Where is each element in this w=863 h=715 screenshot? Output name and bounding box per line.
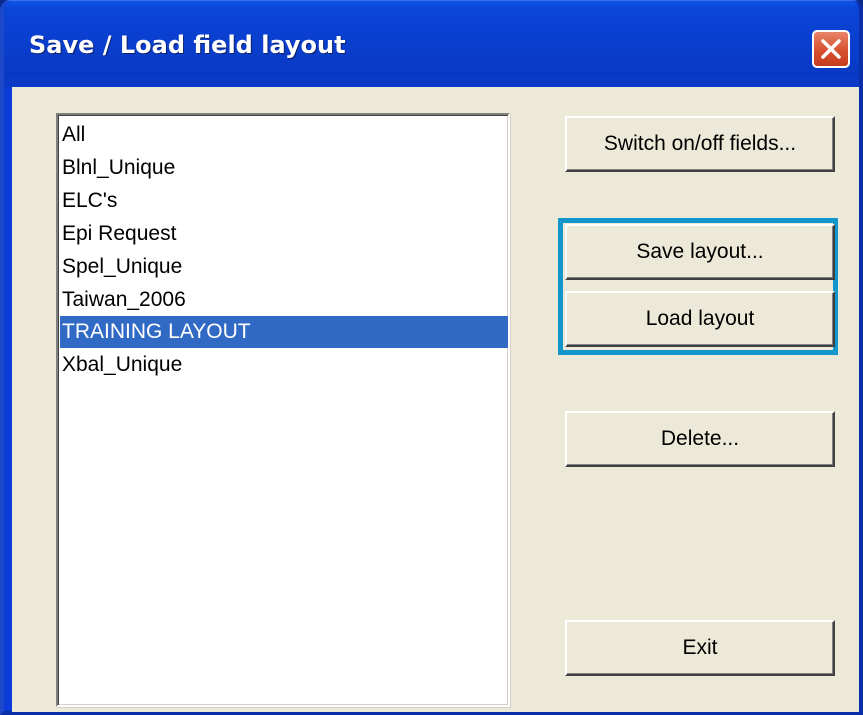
list-item[interactable]: Taiwan_2006 <box>60 284 508 316</box>
dialog-window: Save / Load field layout All Blnl_Unique… <box>0 0 863 715</box>
list-item[interactable]: ELC's <box>60 185 508 217</box>
close-icon <box>821 39 841 59</box>
dialog-body: All Blnl_Unique ELC's Epi Request Spel_U… <box>12 87 859 712</box>
close-button[interactable] <box>812 30 850 68</box>
switch-fields-button[interactable]: Switch on/off fields... <box>565 116 835 172</box>
list-item-selected[interactable]: TRAINING LAYOUT <box>60 316 508 348</box>
list-item[interactable]: Blnl_Unique <box>60 152 508 184</box>
list-item[interactable]: Xbal_Unique <box>60 349 508 381</box>
layout-listbox[interactable]: All Blnl_Unique ELC's Epi Request Spel_U… <box>56 113 510 707</box>
save-layout-button[interactable]: Save layout... <box>565 224 835 280</box>
list-item[interactable]: All <box>60 119 508 151</box>
exit-button[interactable]: Exit <box>565 620 835 676</box>
list-item[interactable]: Spel_Unique <box>60 251 508 283</box>
list-item[interactable]: Epi Request <box>60 218 508 250</box>
window-title: Save / Load field layout <box>29 31 346 59</box>
load-layout-button[interactable]: Load layout <box>565 291 835 347</box>
title-bar[interactable]: Save / Load field layout <box>4 1 859 87</box>
delete-button[interactable]: Delete... <box>565 411 835 467</box>
